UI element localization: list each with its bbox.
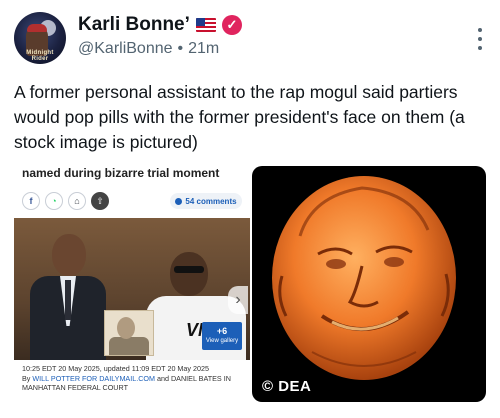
post-text: A former personal assistant to the rap m… — [14, 82, 465, 152]
post-time[interactable]: 21m — [188, 40, 219, 58]
photo-credit: © DEA — [262, 378, 312, 395]
avatar[interactable]: Midnight Rider — [14, 12, 66, 64]
share-icon: ⇧ — [91, 192, 109, 210]
handle[interactable]: @KarliBonne — [78, 40, 173, 58]
share-row: f ◔ ⌂ ⇧ — [22, 192, 109, 210]
byline-prefix: By — [22, 373, 31, 383]
whatsapp-icon: ◔ — [45, 192, 63, 210]
handle-row: @KarliBonne • 21m — [78, 40, 219, 58]
photo-person-left — [30, 234, 106, 360]
comments-badge: 54 comments — [170, 193, 242, 209]
courtroom-sketch-thumbnail — [104, 310, 154, 356]
byline-author: WILL POTTER FOR DAILYMAIL.COM — [32, 373, 155, 383]
avatar-cap — [27, 24, 47, 32]
article-caption: 10:25 EDT 20 May 2025, updated 11:09 EDT… — [22, 364, 248, 393]
pill-image: © DEA — [252, 166, 486, 402]
chevron-right-icon: › — [228, 286, 248, 314]
facebook-icon: f — [22, 192, 40, 210]
comment-icon — [175, 197, 183, 205]
display-name[interactable]: Karli Bonne’ — [78, 14, 190, 36]
post-header: Midnight Rider Karli Bonne’ ✓ @KarliBonn… — [14, 12, 486, 66]
pill-face-illustration — [272, 176, 456, 380]
name-row: Karli Bonne’ ✓ — [78, 14, 242, 36]
bell-icon: ⌂ — [68, 192, 86, 210]
gallery-badge: +6 View gallery — [202, 322, 242, 350]
article-timestamp: 10:25 EDT 20 May 2025, updated 11:09 EDT… — [22, 364, 209, 373]
comments-count: 54 comments — [185, 196, 237, 206]
article-headline: named during bizarre trial moment — [22, 166, 220, 180]
post-media[interactable]: named during bizarre trial moment f ◔ ⌂ … — [14, 160, 486, 406]
article-screenshot: named during bizarre trial moment f ◔ ⌂ … — [14, 160, 250, 406]
separator-dot: • — [177, 40, 184, 57]
avatar-text: Midnight Rider — [26, 50, 54, 62]
verified-badge-icon: ✓ — [221, 15, 242, 35]
more-vertical-icon[interactable] — [476, 28, 484, 50]
us-flag-icon — [195, 18, 216, 32]
gallery-count: +6 — [216, 326, 228, 336]
article-photo: VNT › +6 View gallery — [14, 218, 250, 360]
gallery-label: View gallery — [205, 338, 239, 344]
